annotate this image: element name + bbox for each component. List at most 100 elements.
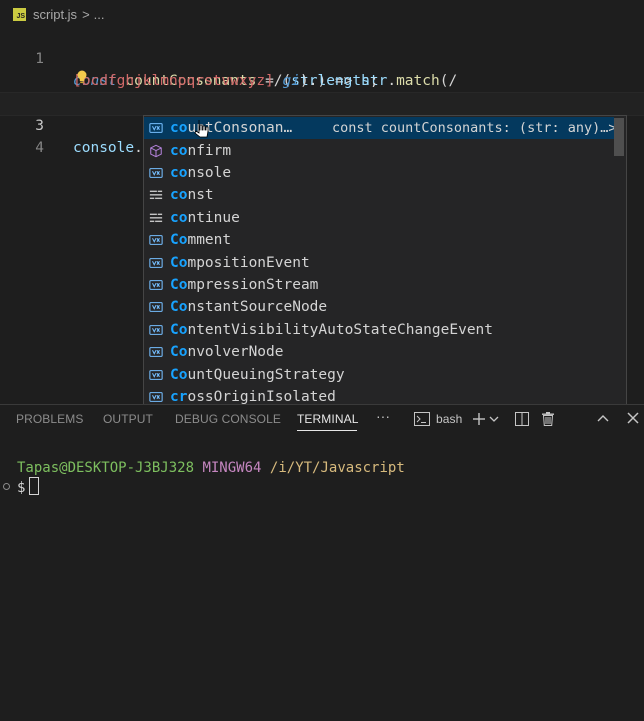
suggestion-item[interactable]: console xyxy=(144,162,614,184)
javascript-file-icon: JS xyxy=(13,7,26,21)
panel-tabs: PROBLEMS OUTPUT DEBUG CONSOLE TERMINAL ·… xyxy=(0,405,644,433)
suggestion-match-highlight: Co xyxy=(170,344,188,361)
mouse-pointer-icon xyxy=(194,120,209,138)
suggestion-label: countConsonan… xyxy=(170,117,292,139)
suggestion-label-rest: nsole xyxy=(187,164,232,181)
suggestion-label-rest: ntConsonan… xyxy=(196,120,293,137)
breadcrumb-separator-icon: > xyxy=(82,6,90,22)
terminal-input-line[interactable]: $ xyxy=(17,477,40,497)
terminal-shell-icon xyxy=(414,412,430,426)
chevron-down-icon[interactable] xyxy=(489,415,499,423)
suggestion-match-highlight: Co xyxy=(170,254,188,271)
suggestion-item[interactable]: const xyxy=(144,184,614,206)
suggestion-label-rest: mment xyxy=(187,232,232,249)
suggestion-label-rest: ntentVisibilityAutoStateChangeEvent xyxy=(187,321,494,338)
variable-icon xyxy=(148,255,164,271)
variable-icon xyxy=(148,277,164,293)
suggestion-detail: const countConsonants: (str: any)…> xyxy=(332,117,616,139)
terminal-prompt-header: Tapas@DESKTOP-J3BJ328 MINGW64 /i/YT/Java… xyxy=(17,458,405,478)
suggestion-item[interactable]: ConstantSourceNode xyxy=(144,296,614,318)
editor-line-1[interactable]: 1 const countConsonants = (str) => str.m… xyxy=(0,26,644,89)
suggestion-label: CompressionStream xyxy=(170,274,318,296)
identifier-console: console xyxy=(73,140,135,156)
code-dot: . xyxy=(134,140,143,156)
suggestion-label-rest: ntinue xyxy=(187,209,240,226)
suggestion-item[interactable]: confirm xyxy=(144,139,614,161)
suggestion-item[interactable]: ContentVisibilityAutoStateChangeEvent xyxy=(144,319,614,341)
suggestion-match-highlight: co xyxy=(170,187,188,204)
suggestion-item[interactable]: CountQueuingStrategy xyxy=(144,363,614,385)
breadcrumb-more[interactable]: ... xyxy=(94,7,105,22)
suggestion-label-rest: untQueuingStrategy xyxy=(187,366,345,383)
suggestion-match-highlight: Co xyxy=(170,366,188,383)
editor-line-1-wrap[interactable]: [bcdfghjklmnpqrstvwxyz]/gi).length; xyxy=(0,48,644,89)
suggestion-detail-text: const countConsonants: (str: any)… xyxy=(332,120,609,137)
editor-line-3[interactable]: 3 console.log(cd); xyxy=(0,92,644,157)
suggestion-label: console xyxy=(170,162,231,184)
suggestion-item[interactable]: CompositionEvent xyxy=(144,251,614,273)
variable-icon xyxy=(148,344,164,360)
suggestion-item[interactable]: countConsonan… const countConsonants: (st… xyxy=(144,117,616,140)
keyword-icon xyxy=(148,187,164,203)
tab-terminal[interactable]: TERMINAL xyxy=(297,412,358,426)
trash-icon[interactable] xyxy=(542,412,554,426)
split-terminal-icon[interactable] xyxy=(515,412,529,426)
suggestion-match-highlight: co xyxy=(170,209,188,226)
suggestion-label: ConstantSourceNode xyxy=(170,296,327,318)
suggestion-match-highlight: co xyxy=(170,142,188,159)
variable-icon xyxy=(148,367,164,383)
suggestion-item[interactable]: CompressionStream xyxy=(144,274,614,296)
suggestion-label-rest: nstantSourceNode xyxy=(187,299,328,316)
suggestion-item[interactable]: ConvolverNode xyxy=(144,341,614,363)
suggestion-label-rest: ossOriginIsolated xyxy=(187,388,336,405)
variable-icon xyxy=(148,232,164,248)
suggestion-label-rest: mpressionStream xyxy=(187,276,319,293)
suggest-scrollbar[interactable] xyxy=(614,118,624,156)
suggestion-match-highlight: Co xyxy=(170,299,188,316)
suggestion-label: CompositionEvent xyxy=(170,252,310,274)
suggestion-match-highlight: co xyxy=(170,164,188,181)
breadcrumb-file[interactable]: script.js xyxy=(33,7,77,22)
editor-line-2[interactable]: 2 xyxy=(0,70,644,111)
keyword-icon xyxy=(148,210,164,226)
suggestion-match-highlight: Co xyxy=(170,232,188,249)
suggestion-match-highlight: Co xyxy=(170,321,188,338)
suggestion-match-highlight: cr xyxy=(170,388,188,405)
variable-icon xyxy=(148,165,164,181)
suggestion-label-rest: nvolverNode xyxy=(187,344,284,361)
active-tab-indicator xyxy=(297,430,357,431)
suggestion-label: ContentVisibilityAutoStateChangeEvent xyxy=(170,319,493,341)
tab-problems[interactable]: PROBLEMS xyxy=(16,412,84,426)
terminal-prompt-symbol: $ xyxy=(17,480,26,496)
suggestion-label-rest: nst xyxy=(187,187,214,204)
suggestion-label-rest: mpositionEvent xyxy=(187,254,310,271)
tab-debug-console[interactable]: DEBUG CONSOLE xyxy=(175,412,281,426)
suggestion-label: ConvolverNode xyxy=(170,341,284,363)
suggestion-label: CountQueuingStrategy xyxy=(170,364,345,386)
suggestion-item[interactable]: continue xyxy=(144,207,614,229)
suggestion-label: const xyxy=(170,184,214,206)
chevron-up-icon[interactable] xyxy=(597,414,609,422)
more-actions-icon[interactable]: ··· xyxy=(376,408,390,424)
terminal-cursor xyxy=(29,477,40,495)
suggestion-match-highlight: co xyxy=(170,120,188,137)
breadcrumb: JS script.js > ... xyxy=(0,0,644,28)
tab-output[interactable]: OUTPUT xyxy=(103,412,153,426)
variable-icon xyxy=(148,322,164,338)
bottom-panel: PROBLEMS OUTPUT DEBUG CONSOLE TERMINAL ·… xyxy=(0,404,644,721)
suggestion-label: Comment xyxy=(170,229,231,251)
suggestion-label: continue xyxy=(170,207,240,229)
lightbulb-icon[interactable] xyxy=(76,70,88,84)
terminal-user-host: Tapas@DESKTOP-J3BJ328 xyxy=(17,460,195,476)
variable-icon xyxy=(148,120,164,136)
autocomplete-suggestions[interactable]: countConsonan… const countConsonants: (st… xyxy=(143,115,627,407)
suggestion-match-highlight: Co xyxy=(170,276,188,293)
close-icon[interactable] xyxy=(627,412,639,424)
terminal-command-decoration-icon[interactable] xyxy=(3,483,10,490)
suggestion-label-rest: nfirm xyxy=(187,142,232,159)
line-number: 4 xyxy=(35,140,44,156)
new-terminal-icon[interactable] xyxy=(472,412,486,426)
terminal-shell-name[interactable]: bash xyxy=(436,412,462,426)
suggestion-item[interactable]: Comment xyxy=(144,229,614,251)
variable-icon xyxy=(148,389,164,405)
